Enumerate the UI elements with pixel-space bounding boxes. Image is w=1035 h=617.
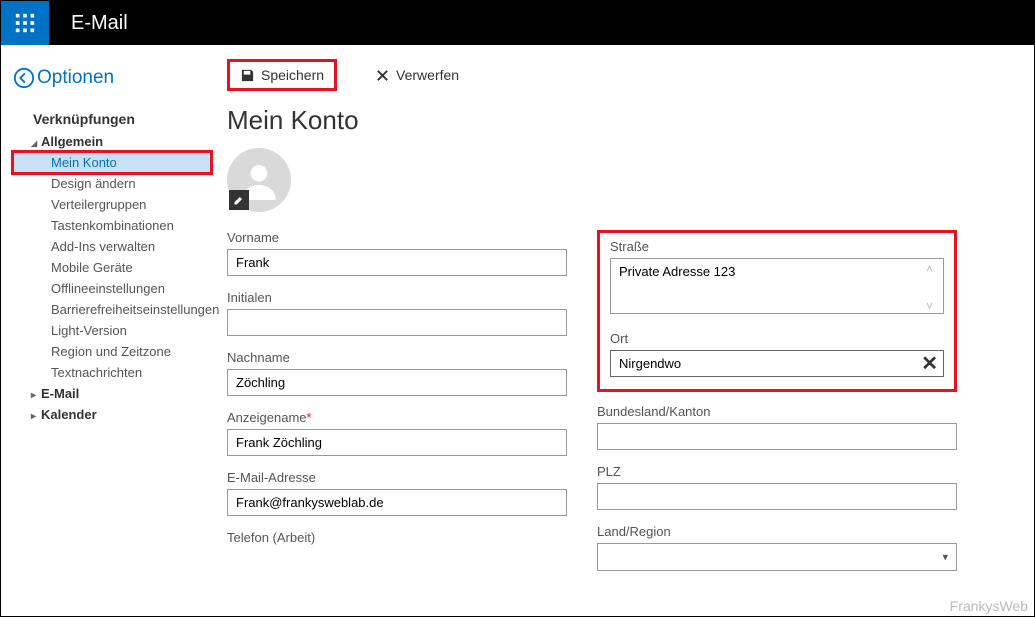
land-label: Land/Region (597, 524, 957, 539)
nav-item-region[interactable]: Region und Zeitzone (13, 341, 211, 362)
nachname-field[interactable] (227, 369, 567, 396)
back-label: Optionen (37, 67, 114, 89)
bundesland-label: Bundesland/Kanton (597, 404, 957, 419)
initialen-label: Initialen (227, 290, 567, 305)
save-label: Speichern (261, 67, 324, 83)
nav-item-mobile[interactable]: Mobile Geräte (13, 257, 211, 278)
nav-item-tasten[interactable]: Tastenkombinationen (13, 215, 211, 236)
nav-group-allgemein[interactable]: Allgemein (13, 131, 211, 152)
plz-field[interactable] (597, 483, 957, 510)
pencil-icon (233, 194, 245, 206)
anzeigename-field[interactable] (227, 429, 567, 456)
avatar-edit-button[interactable] (229, 190, 249, 210)
nav-item-mein-konto[interactable]: Mein Konto (13, 152, 211, 173)
nav-item-text[interactable]: Textnachrichten (13, 362, 211, 383)
strasse-label: Straße (610, 239, 944, 254)
nav-item-offline[interactable]: Offlineeinstellungen (13, 278, 211, 299)
discard-label: Verwerfen (396, 67, 459, 83)
nav-item-light[interactable]: Light-Version (13, 320, 211, 341)
telefon-label: Telefon (Arbeit) (227, 530, 567, 545)
app-title: E-Mail (49, 12, 128, 35)
waffle-icon (14, 12, 36, 34)
email-label: E-Mail-Adresse (227, 470, 567, 485)
page-title: Mein Konto (227, 105, 1014, 136)
bundesland-field[interactable] (597, 423, 957, 450)
ort-label: Ort (610, 331, 944, 346)
chevron-down-icon: ˅ (926, 299, 940, 313)
textarea-spinner[interactable]: ˄ ˅ (926, 262, 940, 313)
app-launcher-button[interactable] (1, 1, 49, 45)
save-icon (240, 68, 255, 83)
nav-item-barriere[interactable]: Barrierefreiheitseinstellungen (13, 299, 211, 320)
nav-group-kalender[interactable]: Kalender (13, 404, 211, 425)
vorname-label: Vorname (227, 230, 567, 245)
land-select[interactable] (597, 543, 957, 571)
form-col-left: Vorname Initialen Nachname Anzeigename* … (227, 230, 567, 571)
strasse-field[interactable]: Private Adresse 123 (610, 258, 944, 314)
chevron-up-icon: ˄ (926, 262, 940, 276)
nachname-label: Nachname (227, 350, 567, 365)
anzeigename-label: Anzeigename* (227, 410, 567, 425)
clear-ort-button[interactable]: ✕ (921, 354, 938, 374)
toolbar: Speichern Verwerfen (227, 59, 1014, 91)
vorname-field[interactable] (227, 249, 567, 276)
back-options-link[interactable]: Optionen (13, 67, 211, 89)
nav-group-email[interactable]: E-Mail (13, 383, 211, 404)
nav-item-design[interactable]: Design ändern (13, 173, 211, 194)
avatar[interactable] (227, 148, 291, 212)
plz-label: PLZ (597, 464, 957, 479)
main-panel: Speichern Verwerfen Mein Konto Vorname (211, 45, 1034, 616)
left-nav: Optionen Verknüpfungen Allgemein Mein Ko… (1, 45, 211, 616)
nav-item-verteiler[interactable]: Verteilergruppen (13, 194, 211, 215)
ort-field[interactable] (610, 350, 944, 377)
discard-button[interactable]: Verwerfen (365, 62, 469, 88)
close-icon (375, 68, 390, 83)
topbar: E-Mail (1, 1, 1034, 45)
email-field[interactable] (227, 489, 567, 516)
form-col-right: Straße Private Adresse 123 ˄ ˅ Ort (597, 230, 957, 571)
nav-heading: Verknüpfungen (13, 107, 211, 131)
back-arrow-icon (13, 67, 35, 89)
address-highlight-box: Straße Private Adresse 123 ˄ ˅ Ort (597, 230, 957, 392)
watermark: FrankysWeb (950, 598, 1028, 614)
initialen-field[interactable] (227, 309, 567, 336)
nav-item-addins[interactable]: Add-Ins verwalten (13, 236, 211, 257)
save-button[interactable]: Speichern (227, 59, 337, 91)
